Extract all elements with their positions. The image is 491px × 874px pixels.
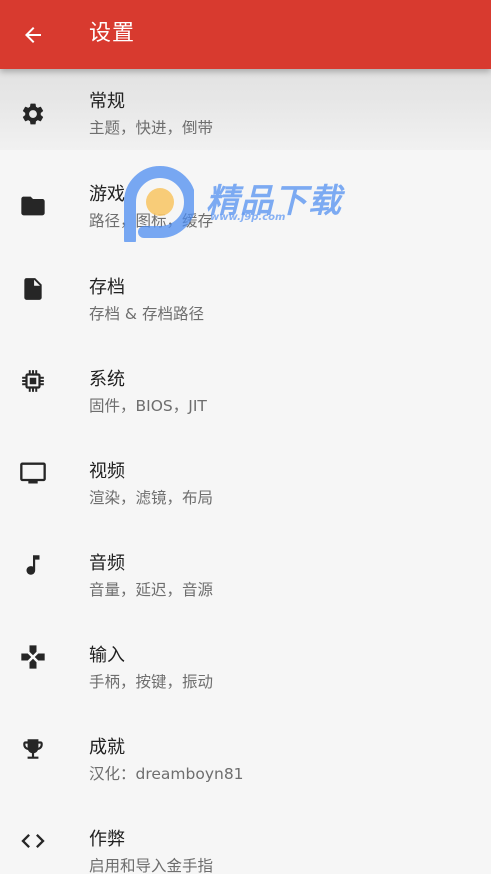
monitor-icon	[19, 459, 47, 487]
settings-item-games[interactable]: 游戏 路径，图标，缓存	[0, 150, 491, 242]
settings-item-video[interactable]: 视频 渲染，滤镜，布局	[0, 426, 491, 518]
arrow-back-icon	[21, 23, 45, 47]
settings-list: 常规 主题，快进，倒带 游戏 路径，图标，缓存 存档 存档 & 存档路径 系统 …	[0, 69, 491, 874]
chip-icon	[19, 367, 47, 395]
item-subtitle: 主题，快进，倒带	[89, 119, 214, 137]
gear-icon	[19, 100, 47, 128]
item-subtitle: 固件，BIOS，JIT	[89, 397, 207, 415]
settings-item-audio[interactable]: 音频 音量，延迟，音源	[0, 518, 491, 610]
file-icon	[19, 275, 47, 303]
app-bar: 设置	[0, 0, 491, 69]
item-label: 系统	[89, 369, 125, 390]
music-note-icon	[19, 551, 47, 579]
settings-screen: 设置 常规 主题，快进，倒带 游戏 路径，图标，缓存 存档 存档 & 存档路径 …	[0, 0, 491, 874]
settings-item-general[interactable]: 常规 主题，快进，倒带	[0, 69, 491, 150]
settings-item-achievements[interactable]: 成就 汉化：dreamboyn81	[0, 702, 491, 794]
item-label: 游戏	[89, 184, 125, 205]
settings-item-input[interactable]: 输入 手柄，按键，振动	[0, 610, 491, 702]
trophy-icon	[19, 735, 47, 763]
page-title: 设置	[89, 21, 136, 46]
item-label: 输入	[89, 645, 125, 666]
item-subtitle: 汉化：dreamboyn81	[89, 765, 244, 783]
settings-item-system[interactable]: 系统 固件，BIOS，JIT	[0, 334, 491, 426]
item-label: 存档	[89, 277, 125, 298]
settings-item-cheats[interactable]: 作弊 启用和导入金手指	[0, 794, 491, 874]
item-label: 音频	[89, 553, 125, 574]
item-subtitle: 启用和导入金手指	[89, 857, 214, 874]
item-subtitle: 渲染，滤镜，布局	[89, 489, 214, 507]
settings-item-saves[interactable]: 存档 存档 & 存档路径	[0, 242, 491, 334]
item-subtitle: 路径，图标，缓存	[89, 212, 214, 230]
folder-icon	[19, 192, 47, 220]
item-label: 成就	[89, 737, 125, 758]
item-label: 视频	[89, 461, 125, 482]
back-button[interactable]	[14, 16, 52, 54]
code-icon	[19, 827, 47, 855]
gamepad-icon	[19, 643, 47, 671]
item-subtitle: 手柄，按键，振动	[89, 673, 214, 691]
item-label: 作弊	[89, 829, 125, 850]
item-label: 常规	[89, 91, 125, 112]
item-subtitle: 音量，延迟，音源	[89, 581, 214, 599]
item-subtitle: 存档 & 存档路径	[89, 305, 204, 323]
